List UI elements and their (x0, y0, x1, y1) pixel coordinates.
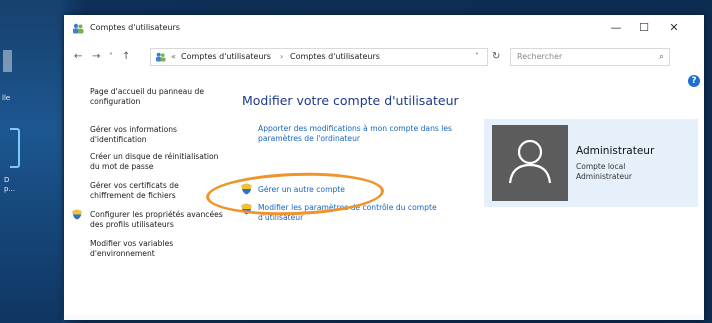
desktop-icon-label[interactable]: D (4, 176, 9, 184)
page-title: Modifier votre compte d'utilisateur (242, 93, 459, 108)
help-icon[interactable]: ? (688, 75, 700, 87)
recent-locations-chevron-icon[interactable]: ˅ (109, 50, 113, 64)
navigation-bar: ← → ˅ ↑ « Comptes d'utilisateurs › Compt… (64, 45, 704, 69)
breadcrumb-item[interactable]: Comptes d'utilisateurs (181, 51, 271, 63)
window-bottom-edge (64, 315, 704, 320)
uac-shield-icon (72, 209, 82, 220)
account-role: Administrateur (576, 172, 632, 181)
desktop-icon-label[interactable]: p... (4, 185, 15, 193)
link-environment-variables[interactable]: Modifier vos variables d'environnement (90, 239, 224, 258)
close-button[interactable]: ✕ (662, 21, 686, 35)
search-box[interactable]: Rechercher ⌕ (510, 48, 670, 66)
users-icon (73, 23, 84, 34)
breadcrumb-item[interactable]: Comptes d'utilisateurs (290, 51, 380, 63)
forward-arrow-icon[interactable]: → (92, 50, 100, 64)
link-file-encryption-certificates[interactable]: Gérer vos certificats de chiffrement de … (90, 181, 224, 200)
users-icon (155, 52, 166, 62)
account-type: Compte local (576, 162, 626, 171)
address-dropdown-chevron-icon[interactable]: ˅ (475, 51, 479, 63)
link-pc-settings-account[interactable]: Apporter des modifications à mon compte … (258, 124, 464, 143)
search-input[interactable]: Rechercher (517, 51, 562, 63)
maximize-button[interactable]: ☐ (632, 21, 656, 35)
account-card: Administrateur Compte local Administrate… (484, 119, 698, 207)
title-bar[interactable]: Comptes d'utilisateurs — ☐ ✕ (64, 15, 704, 43)
user-silhouette-icon (508, 139, 552, 184)
back-arrow-icon[interactable]: ← (74, 50, 82, 64)
desktop-icon-label[interactable]: lle (2, 94, 10, 102)
account-name: Administrateur (576, 145, 655, 157)
refresh-icon[interactable]: ↻ (492, 51, 500, 63)
minimize-button[interactable]: — (604, 21, 628, 35)
breadcrumb-separator[interactable]: › (280, 51, 283, 63)
link-password-reset-disk[interactable]: Créer un disque de réinitialisation du m… (90, 152, 224, 171)
desktop-icon-selection[interactable] (10, 128, 20, 168)
up-arrow-icon[interactable]: ↑ (122, 50, 130, 64)
address-bar[interactable]: « Comptes d'utilisateurs › Comptes d'uti… (150, 48, 488, 66)
search-icon[interactable]: ⌕ (659, 51, 664, 63)
window-title: Comptes d'utilisateurs (90, 23, 180, 32)
avatar[interactable] (492, 125, 568, 201)
breadcrumb-overflow[interactable]: « (171, 51, 176, 63)
user-accounts-window: Comptes d'utilisateurs — ☐ ✕ ← → ˅ ↑ « C… (64, 15, 704, 320)
link-advanced-user-profiles[interactable]: Configurer les propriétés avancées des p… (90, 210, 224, 229)
link-control-panel-home[interactable]: Page d'accueil du panneau de configurati… (90, 87, 224, 106)
desktop-icon-fragment (3, 50, 12, 72)
link-manage-credentials[interactable]: Gérer vos informations d'identification (90, 125, 224, 144)
